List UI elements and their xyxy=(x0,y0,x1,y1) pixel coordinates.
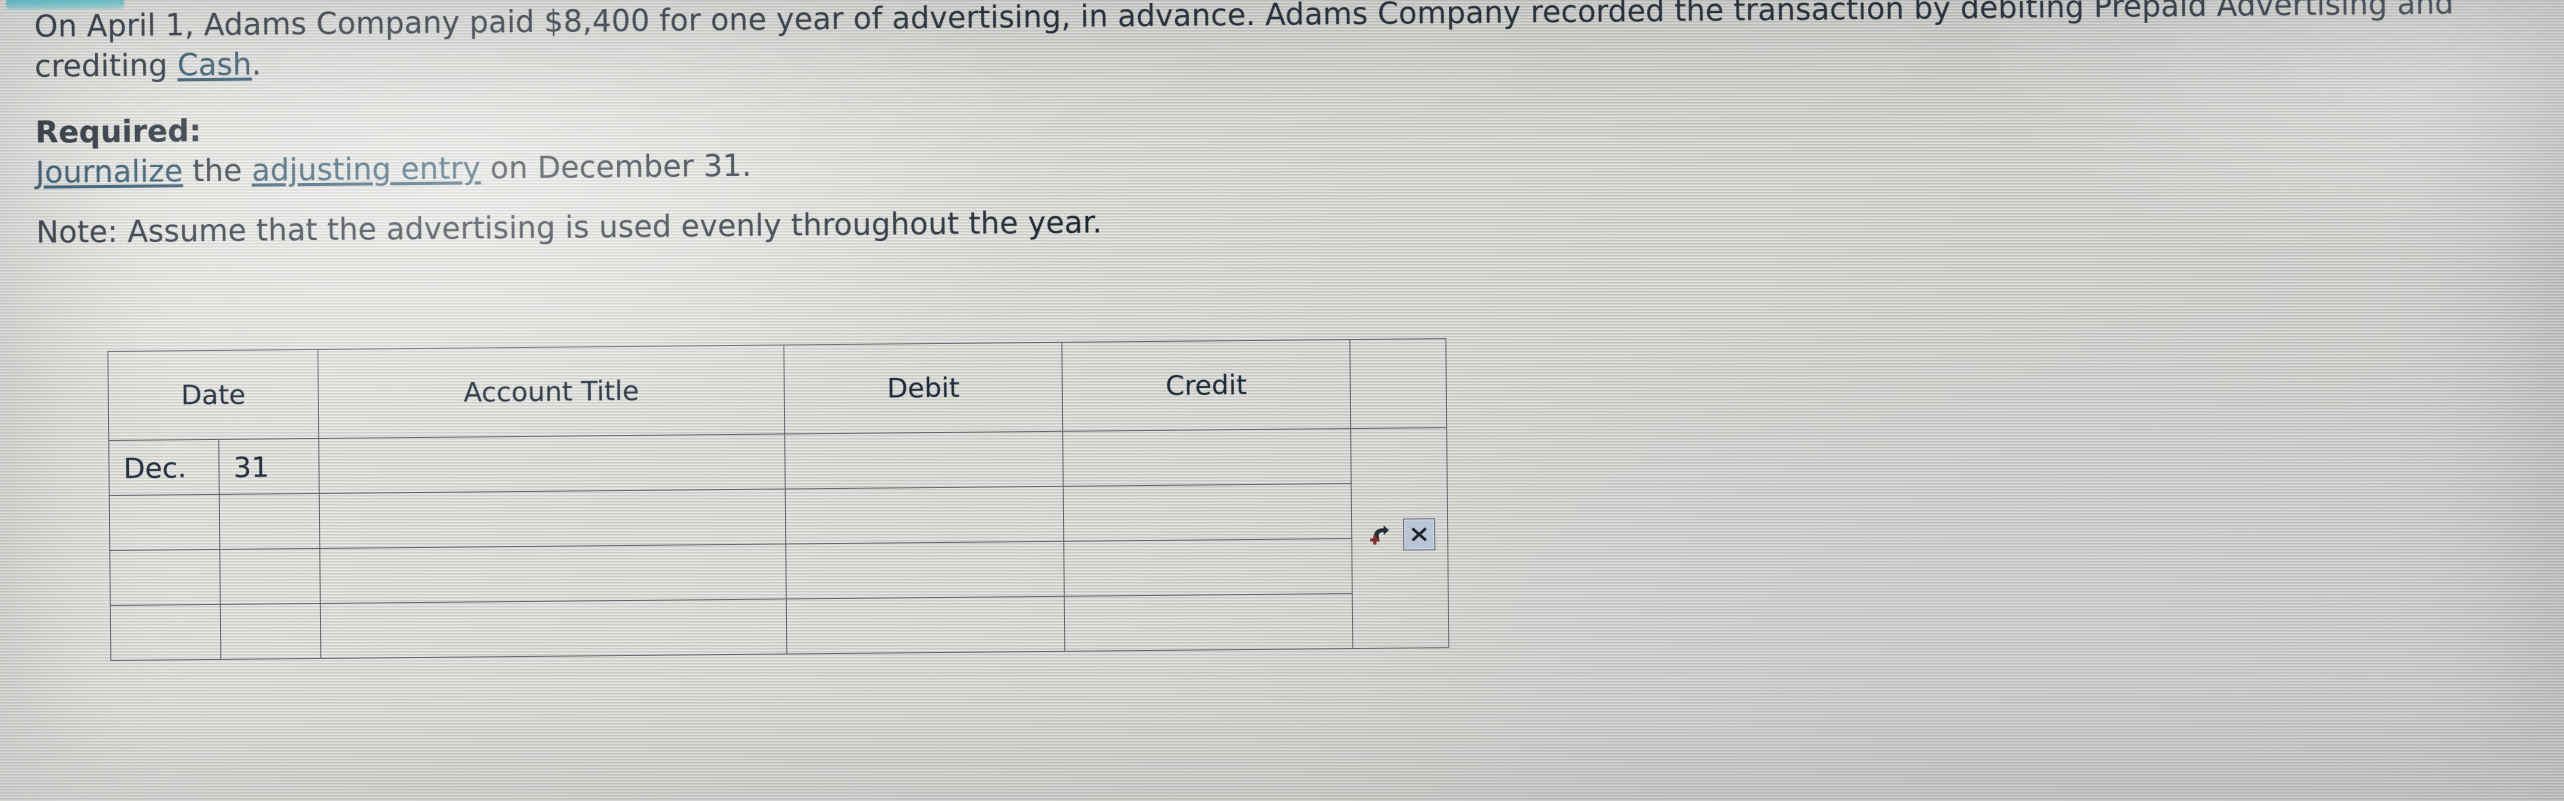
problem-statement: On April 1, Adams Company paid $8,400 fo… xyxy=(34,0,2556,254)
row-actions-cell xyxy=(1350,427,1449,649)
cell-credit[interactable] xyxy=(1063,483,1352,542)
cell-day[interactable] xyxy=(220,603,321,660)
problem-paragraph-period: . xyxy=(251,47,262,83)
delete-x-icon[interactable] xyxy=(1402,517,1435,551)
cell-account-title[interactable] xyxy=(318,433,786,494)
column-header-date: Date xyxy=(107,349,319,441)
cell-account-title[interactable] xyxy=(319,543,787,604)
cell-credit[interactable] xyxy=(1063,538,1353,597)
cell-month[interactable]: Dec. xyxy=(108,439,220,496)
cell-day[interactable]: 31 xyxy=(218,438,320,495)
cash-link[interactable]: Cash xyxy=(177,48,252,84)
cell-day[interactable] xyxy=(219,548,321,605)
column-header-actions xyxy=(1349,338,1447,429)
cell-month[interactable] xyxy=(109,494,220,551)
cell-account-title[interactable] xyxy=(320,598,787,659)
column-header-account-title: Account Title xyxy=(317,344,785,439)
table-row xyxy=(110,593,1448,661)
journal-table-body: Dec. 31 xyxy=(108,427,1449,661)
cell-credit[interactable] xyxy=(1064,593,1353,652)
cell-day[interactable] xyxy=(219,493,320,550)
journal-table: Date Account Title Debit Credit Dec. 31 xyxy=(107,338,1449,661)
column-header-debit: Debit xyxy=(783,342,1063,434)
cell-account-title[interactable] xyxy=(319,488,786,549)
cell-debit[interactable] xyxy=(785,486,1064,544)
journal-entry-form: Date Account Title Debit Credit Dec. 31 xyxy=(107,338,1460,661)
journalize-link[interactable]: Journalize xyxy=(35,154,183,190)
cell-debit[interactable] xyxy=(784,431,1064,489)
journal-header-row: Date Account Title Debit Credit xyxy=(107,338,1447,441)
cell-month[interactable] xyxy=(109,549,221,606)
column-header-credit: Credit xyxy=(1061,339,1351,432)
journal-table-head: Date Account Title Debit Credit xyxy=(107,338,1447,441)
screenshot-canvas: On April 1, Adams Company paid $8,400 fo… xyxy=(0,0,2564,801)
cell-debit[interactable] xyxy=(785,541,1065,599)
instruction-end-text: on December 31. xyxy=(480,148,752,187)
row-action-buttons xyxy=(1365,517,1435,551)
undo-plus-icon[interactable] xyxy=(1365,519,1395,549)
instruction-mid-text: the xyxy=(182,153,252,190)
exercise-page: On April 1, Adams Company paid $8,400 fo… xyxy=(0,0,2564,801)
cell-month[interactable] xyxy=(110,604,221,661)
cell-credit[interactable] xyxy=(1062,428,1352,487)
adjusting-entry-link[interactable]: adjusting entry xyxy=(252,151,481,188)
cell-debit[interactable] xyxy=(786,596,1065,654)
